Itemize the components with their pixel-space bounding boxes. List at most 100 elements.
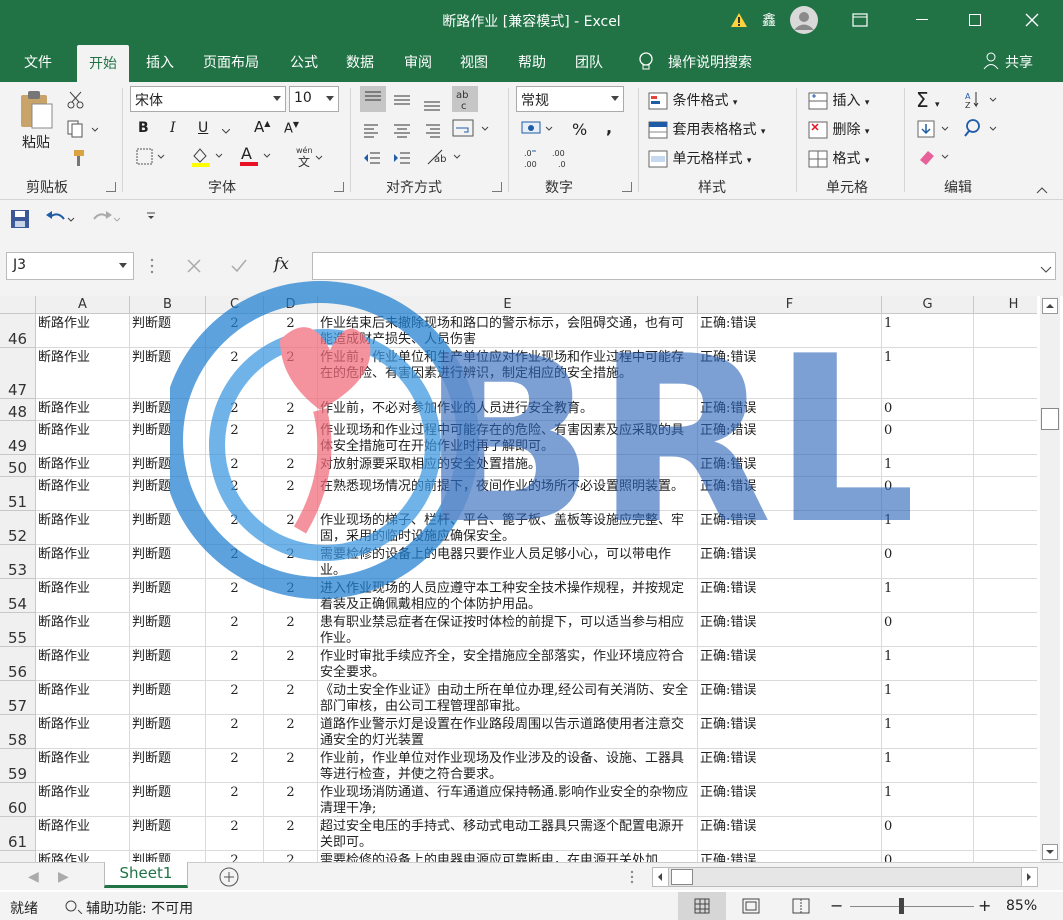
scroll-right-icon[interactable] <box>1021 868 1037 886</box>
sort-filter-icon[interactable]: AZ <box>964 90 1002 114</box>
row-header[interactable]: 51 <box>0 477 36 511</box>
font-launcher-icon[interactable] <box>334 182 344 192</box>
cell-g[interactable]: 1 <box>882 455 974 477</box>
cell-c[interactable]: 2 <box>206 348 264 399</box>
find-select-icon[interactable] <box>964 118 1002 144</box>
cell-f[interactable]: 正确:错误 <box>698 749 882 783</box>
hscroll-thumb[interactable] <box>671 869 693 885</box>
cell-e[interactable]: 道路作业警示灯是设置在作业路段周围以告示道路使用者注意交通安全的灯光装置 <box>318 715 698 749</box>
percent-icon[interactable]: % <box>572 120 587 139</box>
cell-c[interactable]: 2 <box>206 681 264 715</box>
clear-icon[interactable] <box>916 146 956 172</box>
row-header[interactable]: 48 <box>0 399 36 421</box>
format-cells-button[interactable]: 格式 ▾ <box>808 148 869 168</box>
cell-c[interactable]: 2 <box>206 647 264 681</box>
autosum-icon[interactable]: Σ ▾ <box>916 88 940 112</box>
cell-g[interactable]: 1 <box>882 681 974 715</box>
column-header[interactable]: G <box>882 296 974 314</box>
scroll-down-icon[interactable] <box>1042 844 1058 860</box>
cell-g[interactable]: 1 <box>882 783 974 817</box>
cell-c[interactable]: 2 <box>206 314 264 348</box>
horizontal-scrollbar[interactable] <box>652 867 1038 887</box>
cell-b[interactable]: 判断题 <box>130 455 206 477</box>
copy-icon[interactable] <box>66 119 99 143</box>
align-top-icon[interactable] <box>360 86 386 116</box>
cell-c[interactable]: 2 <box>206 477 264 511</box>
avatar[interactable] <box>788 0 820 40</box>
increase-indent-icon[interactable] <box>392 148 412 172</box>
cell-f[interactable]: 正确:错误 <box>698 783 882 817</box>
cell-a[interactable]: 断路作业 <box>36 647 130 681</box>
cell-f[interactable]: 正确:错误 <box>698 314 882 348</box>
cell-b[interactable]: 判断题 <box>130 749 206 783</box>
cell-b[interactable]: 判断题 <box>130 783 206 817</box>
underline-dropdown-icon[interactable] <box>221 123 231 139</box>
cell-a[interactable]: 断路作业 <box>36 681 130 715</box>
align-right-icon[interactable] <box>422 120 442 144</box>
alignment-launcher-icon[interactable] <box>492 182 502 192</box>
conditional-format-button[interactable]: 条件格式 ▾ <box>648 90 737 110</box>
format-as-table-button[interactable]: 套用表格格式 ▾ <box>648 119 765 139</box>
tab-view[interactable]: 视图 <box>460 52 488 72</box>
phonetic-icon[interactable]: wén 文 <box>294 144 324 172</box>
font-name-combo[interactable]: 宋体 <box>130 86 286 112</box>
cell-f[interactable]: 正确:错误 <box>698 399 882 421</box>
cell-f[interactable]: 正确:错误 <box>698 579 882 613</box>
cell-g[interactable]: 1 <box>882 314 974 348</box>
cell-h[interactable] <box>974 314 1037 348</box>
cell-e[interactable]: 需要检修的设备上的电器电源应可靠断电，在电源开关处加 <box>318 851 698 862</box>
insert-function-icon[interactable]: fx <box>274 254 289 273</box>
align-middle-icon[interactable] <box>392 90 412 114</box>
cell-h[interactable] <box>974 477 1037 511</box>
cell-d[interactable]: 2 <box>264 314 318 348</box>
cell-h[interactable] <box>974 851 1037 862</box>
cell-b[interactable]: 判断题 <box>130 348 206 399</box>
cell-f[interactable]: 正确:错误 <box>698 511 882 545</box>
cell-d[interactable]: 2 <box>264 613 318 647</box>
font-size-combo[interactable]: 10 <box>289 86 339 112</box>
page-layout-view-icon[interactable] <box>742 898 760 918</box>
cell-e[interactable]: 患有职业禁忌症者在保证按时体检的前提下，可以适当参与相应作业。 <box>318 613 698 647</box>
column-header[interactable]: B <box>130 296 206 314</box>
cell-b[interactable]: 判断题 <box>130 511 206 545</box>
save-icon[interactable] <box>10 209 30 233</box>
maximize-icon[interactable] <box>955 0 995 40</box>
cell-h[interactable] <box>974 647 1037 681</box>
cut-icon[interactable] <box>66 90 86 114</box>
cell-d[interactable]: 2 <box>264 715 318 749</box>
cell-h[interactable] <box>974 455 1037 477</box>
align-left-icon[interactable] <box>362 120 382 144</box>
tell-me-search[interactable]: 操作说明搜索 <box>668 52 752 72</box>
prev-sheet-icon[interactable]: ◀ <box>28 869 39 885</box>
accounting-format-icon[interactable] <box>520 118 556 144</box>
close-icon[interactable] <box>1012 0 1052 40</box>
insert-cells-button[interactable]: 插入 ▾ <box>808 90 869 110</box>
cell-h[interactable] <box>974 579 1037 613</box>
cell-b[interactable]: 判断题 <box>130 851 206 862</box>
vertical-scrollbar[interactable] <box>1040 296 1060 862</box>
warning-icon[interactable] <box>728 0 750 40</box>
cell-a[interactable]: 断路作业 <box>36 783 130 817</box>
cell-e[interactable]: 在熟悉现场情况的前提下，夜间作业的场所不必设置照明装置。 <box>318 477 698 511</box>
cell-h[interactable] <box>974 348 1037 399</box>
cell-a[interactable]: 断路作业 <box>36 314 130 348</box>
cell-e[interactable]: 超过安全电压的手持式、移动式电动工器具只需逐个配置电源开关即可。 <box>318 817 698 851</box>
cell-d[interactable]: 2 <box>264 681 318 715</box>
cell-b[interactable]: 判断题 <box>130 579 206 613</box>
cell-e[interactable]: 作业现场消防通道、行车通道应保持畅通.影响作业安全的杂物应清理干净; <box>318 783 698 817</box>
cell-b[interactable]: 判断题 <box>130 545 206 579</box>
cell-d[interactable]: 2 <box>264 579 318 613</box>
cell-e[interactable]: 进入作业现场的人员应遵守本工种安全技术操作规程，并按规定着装及正确佩戴相应的个体… <box>318 579 698 613</box>
cell-f[interactable]: 正确:错误 <box>698 545 882 579</box>
cell-a[interactable]: 断路作业 <box>36 399 130 421</box>
cell-f[interactable]: 正确:错误 <box>698 455 882 477</box>
clipboard-launcher-icon[interactable] <box>106 182 116 192</box>
cell-d[interactable]: 2 <box>264 399 318 421</box>
cell-a[interactable]: 断路作业 <box>36 545 130 579</box>
row-header[interactable]: 56 <box>0 647 36 681</box>
row-header[interactable]: 59 <box>0 749 36 783</box>
cell-d[interactable]: 2 <box>264 348 318 399</box>
cell-f[interactable]: 正确:错误 <box>698 348 882 399</box>
cell-e[interactable]: 《动土安全作业证》由动土所在单位办理,经公司有关消防、安全部门审核，由公司工程管… <box>318 681 698 715</box>
cell-g[interactable]: 0 <box>882 421 974 455</box>
